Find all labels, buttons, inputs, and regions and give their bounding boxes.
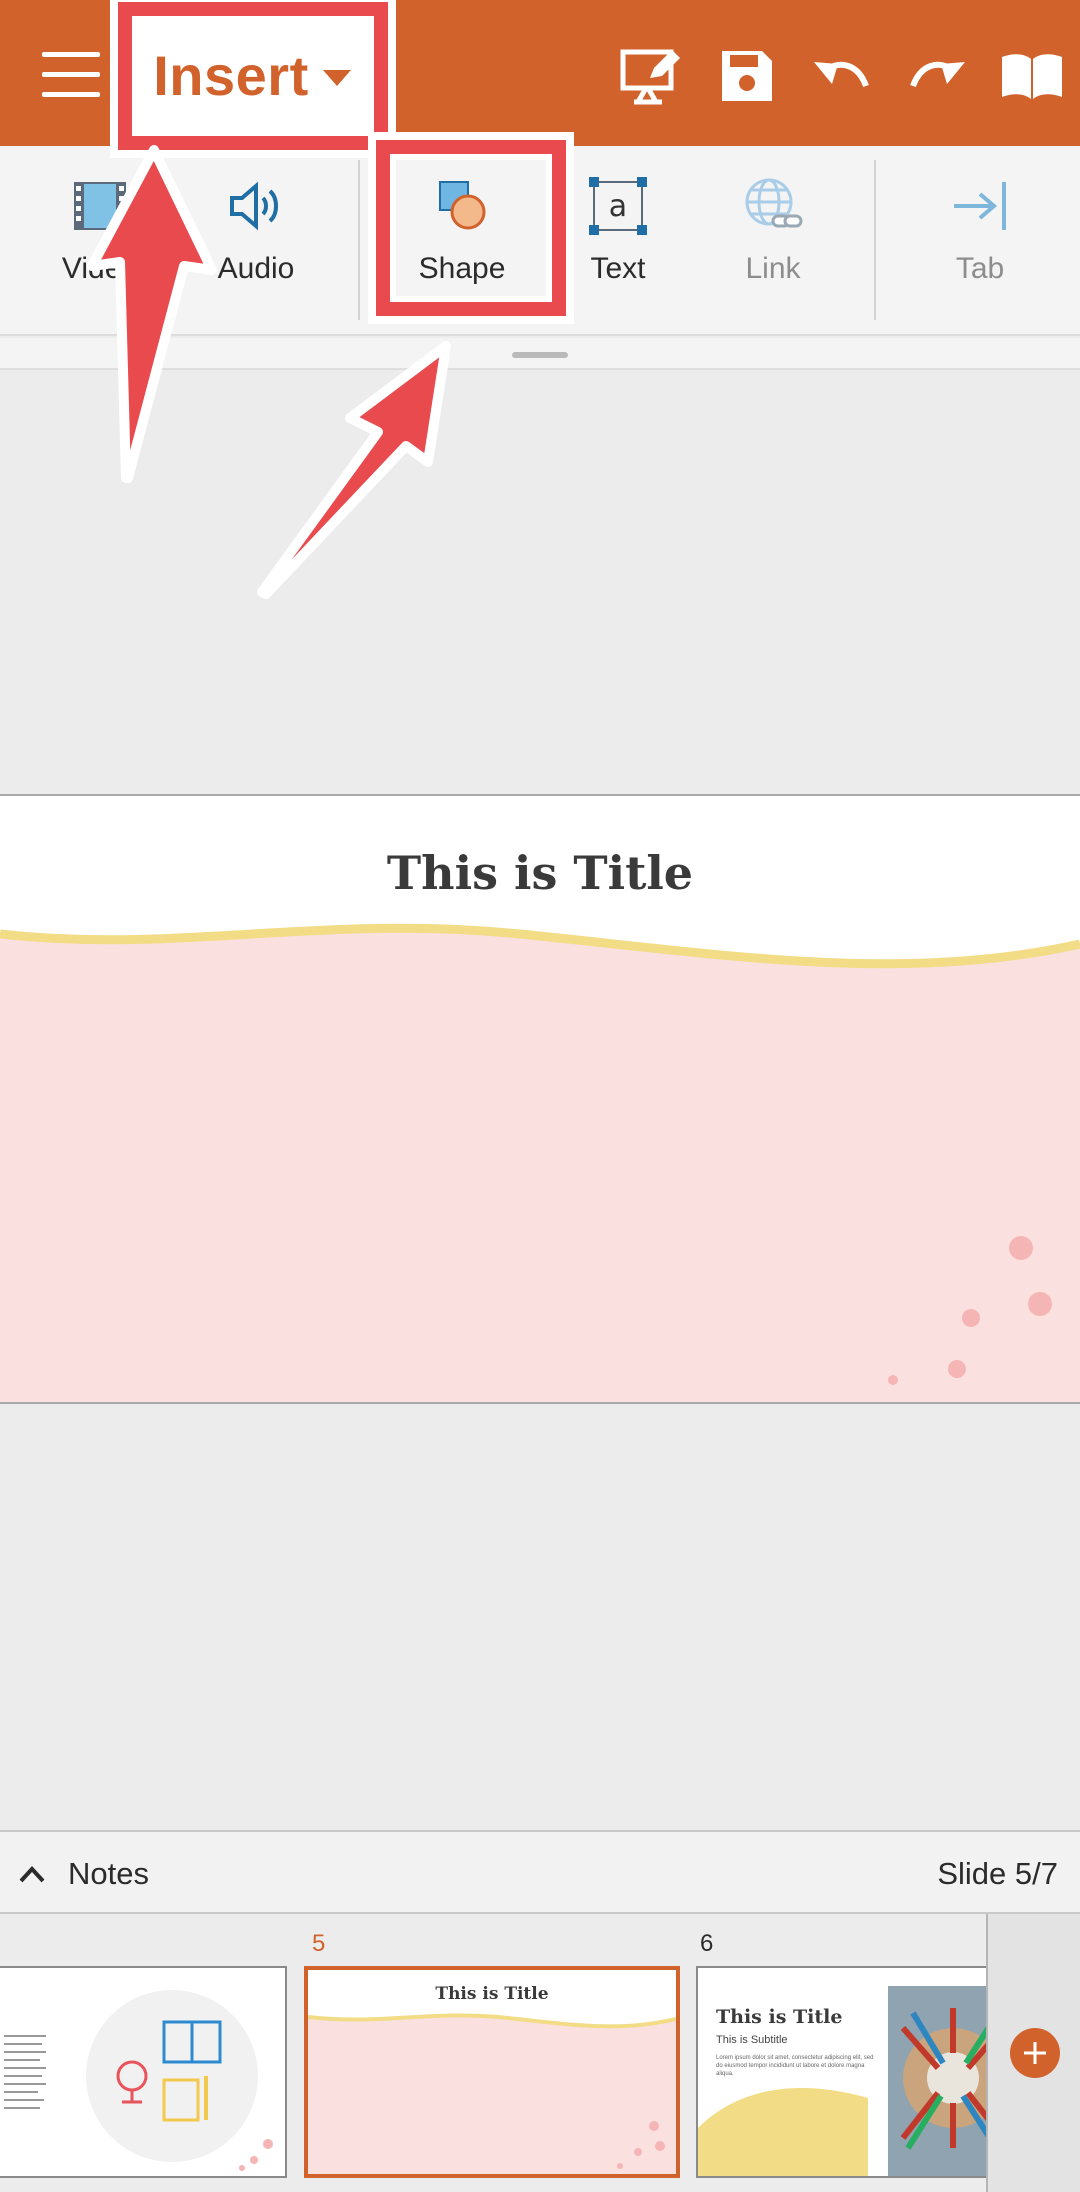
tab-icon xyxy=(910,174,1050,238)
text-box-button[interactable]: a Text xyxy=(548,174,688,304)
insert-tab-highlight xyxy=(118,2,388,150)
shape-button-highlight xyxy=(376,140,566,316)
audio-label: Audio xyxy=(217,252,295,285)
slide-thumbnail-6[interactable]: This is Title This is Subtitle Lorem ips… xyxy=(696,1966,986,2178)
current-slide[interactable]: This is Title xyxy=(0,794,1080,1404)
audio-button[interactable]: Audio xyxy=(186,174,326,304)
slide-thumbnail-5[interactable]: This is Title xyxy=(304,1966,680,2178)
slide-title[interactable]: This is Title xyxy=(0,846,1080,900)
plus-icon xyxy=(1024,2042,1046,2064)
svg-text:a: a xyxy=(609,189,627,224)
drag-handle[interactable] xyxy=(512,352,568,358)
notes-label: Notes xyxy=(68,1856,149,1891)
video-button[interactable]: Video xyxy=(30,174,170,304)
slide-counter: Slide 5/7 xyxy=(937,1856,1058,1891)
thumbnail-number-5: 5 xyxy=(312,1930,326,1957)
ribbon-divider xyxy=(358,160,360,320)
tab-button[interactable]: Tab xyxy=(910,174,1050,304)
thumbnail-title: This is Title xyxy=(435,1984,549,2004)
thumbnail-subtitle: This is Subtitle xyxy=(716,2034,788,2046)
link-icon xyxy=(703,174,843,238)
notes-toggle[interactable]: Notes xyxy=(18,1832,149,1916)
tab-label: Tab xyxy=(955,252,1005,285)
slide-thumbnail-4[interactable] xyxy=(0,1966,287,2178)
save-icon[interactable] xyxy=(715,44,779,108)
ribbon-divider xyxy=(874,160,876,320)
arrow-to-shape-icon xyxy=(257,341,451,599)
ribbon-collapse-strip[interactable] xyxy=(0,338,1080,370)
menu-icon[interactable] xyxy=(42,52,100,98)
slide-4-preview xyxy=(4,1990,273,2171)
thumbnail-side-panel xyxy=(986,1914,1080,2192)
read-mode-icon[interactable] xyxy=(1000,44,1064,108)
thumbnail-number-6: 6 xyxy=(700,1930,714,1957)
redo-icon[interactable] xyxy=(905,44,969,108)
notes-bar: Notes Slide 5/7 xyxy=(0,1830,1080,1914)
present-icon[interactable] xyxy=(620,44,684,108)
text-box-label: Text xyxy=(590,252,646,285)
video-icon xyxy=(30,174,170,238)
undo-icon[interactable] xyxy=(810,44,874,108)
link-button[interactable]: Link xyxy=(703,174,843,304)
slide-thumbnail-strip[interactable]: 5 This is Title 6 This is Title This is … xyxy=(0,1914,986,2192)
thumbnail-title: This is Title xyxy=(716,2006,843,2028)
chevron-up-icon xyxy=(19,1866,45,1883)
thumbnail-body: Lorem ipsum dolor sit amet, consectetur … xyxy=(716,2055,874,2077)
link-label: Link xyxy=(745,252,801,285)
audio-icon xyxy=(186,174,326,238)
text-box-icon: a xyxy=(548,174,688,238)
video-label: Video xyxy=(61,252,139,285)
add-slide-button[interactable] xyxy=(1010,2028,1060,2078)
